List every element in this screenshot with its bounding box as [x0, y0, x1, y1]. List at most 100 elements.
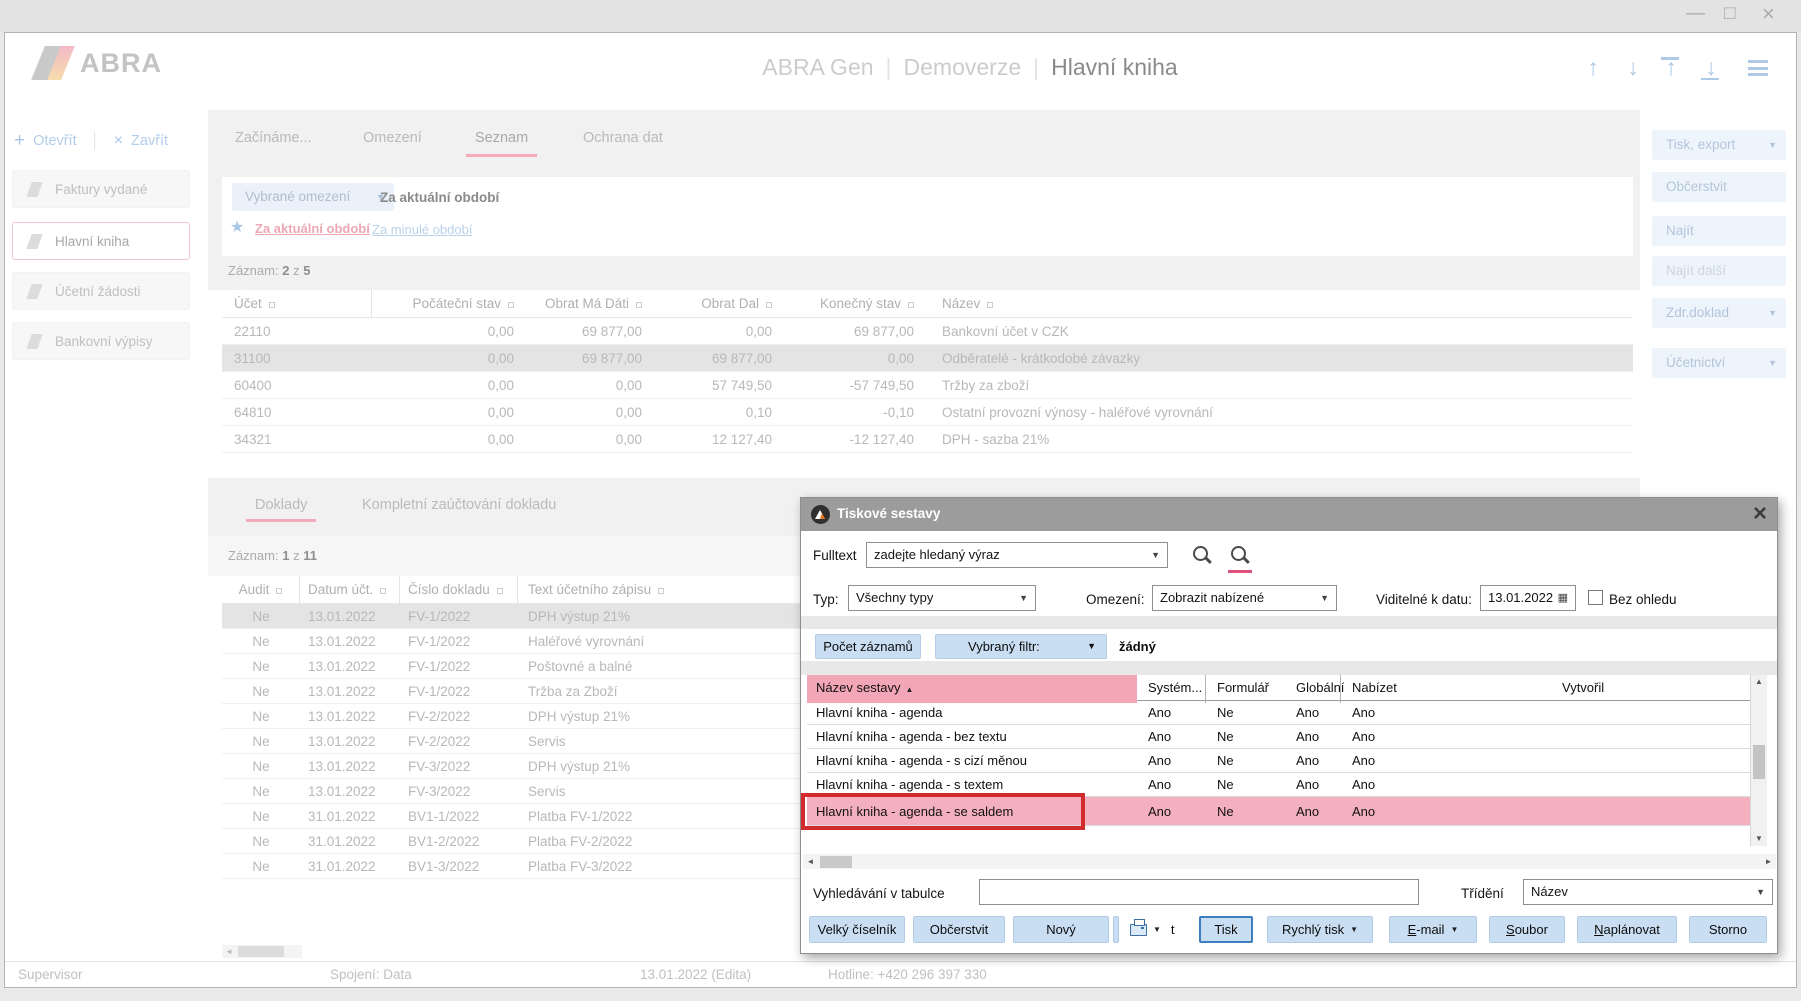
documents-table-hscrollbar[interactable]: ◄	[222, 945, 302, 958]
report-row[interactable]: Hlavní kniha - agenda Ano Ne Ano Ano	[807, 701, 1750, 725]
page-title: Hlavní kniha	[1051, 54, 1178, 80]
scrollbar-thumb[interactable]	[820, 856, 852, 868]
arrow-to-bottom-icon[interactable]: ↓	[1698, 54, 1724, 81]
quick-print-button[interactable]: Rychlý tisk▼	[1267, 916, 1373, 943]
column-header[interactable]: Číslo dokladu	[400, 576, 518, 604]
accounting-button[interactable]: Účetnictví▼	[1652, 348, 1786, 378]
calendar-icon[interactable]: ▦	[1558, 586, 1568, 610]
arrow-down-icon[interactable]: ↓	[1620, 54, 1646, 81]
sidebar-item-label: Faktury vydané	[55, 171, 147, 208]
sidebar-item-hlavni-kniha[interactable]: Hlavní kniha	[12, 222, 190, 260]
scrollbar-thumb[interactable]	[238, 946, 284, 957]
fulltext-combobox[interactable]: zadejte hledaný výraz ▼	[866, 542, 1168, 568]
sort-dropdown[interactable]: Název ▼	[1523, 879, 1773, 905]
type-value: Všechny typy	[856, 590, 933, 605]
column-header[interactable]: Vytvořil	[1551, 675, 1750, 703]
email-button[interactable]: E-mail▼	[1389, 916, 1477, 943]
tab-zaciname[interactable]: Začínáme...	[235, 130, 312, 146]
column-header-nazev-sestavy[interactable]: Název sestavy▲	[807, 675, 1137, 703]
report-row[interactable]: Hlavní kniha - agenda - s textem Ano Ne …	[807, 773, 1750, 797]
column-header[interactable]: Název	[924, 290, 1633, 318]
cell-name: Odběratelé - krátkodobé závazky	[924, 345, 1633, 372]
link-current-period[interactable]: Za aktuální období	[255, 221, 370, 236]
window-minimize-button[interactable]: —	[1686, 3, 1705, 25]
column-header[interactable]: Audit	[222, 576, 300, 604]
reports-table-vscrollbar[interactable]: ▲ ▼	[1750, 675, 1767, 846]
scroll-down-icon[interactable]: ▼	[1751, 832, 1767, 846]
column-header[interactable]: Obrat Má Dáti	[524, 290, 652, 318]
schedule-button[interactable]: Naplánovat	[1577, 916, 1677, 943]
column-header[interactable]: Systém...	[1137, 675, 1206, 703]
report-row[interactable]: Hlavní kniha - agenda - s cizí měnou Ano…	[807, 749, 1750, 773]
tab-ochrana-dat[interactable]: Ochrana dat	[583, 130, 663, 146]
source-document-button[interactable]: Zdr.doklad▼	[1652, 298, 1786, 328]
selected-filter-dropdown[interactable]: Vybraný filtr: ▼	[935, 634, 1107, 659]
table-row[interactable]: 22110 0,00 69 877,00 0,00 69 877,00 Bank…	[222, 318, 1633, 345]
cell-name: Bankovní účet v CZK	[924, 318, 1633, 345]
table-row[interactable]: 60400 0,00 0,00 57 749,50 -57 749,50 Trž…	[222, 372, 1633, 399]
regardless-checkbox[interactable]	[1588, 590, 1603, 605]
scroll-up-icon[interactable]: ▲	[1751, 675, 1767, 689]
cell-audit: Ne	[222, 704, 300, 729]
refresh-button[interactable]: Občerstvit	[1652, 172, 1786, 202]
big-codebook-button[interactable]: Velký číselník	[809, 916, 905, 943]
cancel-button[interactable]: Storno	[1689, 916, 1767, 943]
tab-kompletni-zauctovani[interactable]: Kompletní zaúčtování dokladu	[362, 497, 556, 513]
tab-seznam[interactable]: Seznam	[475, 130, 528, 146]
scrollbar-thumb[interactable]	[1753, 745, 1765, 779]
search-icon[interactable]	[1191, 544, 1213, 566]
table-row[interactable]: 64810 0,00 0,00 0,10 -0,10 Ostatní provo…	[222, 399, 1633, 426]
separator-strip	[801, 661, 1777, 675]
sidebar-item-ucetni-zadosti[interactable]: Účetní žádosti	[12, 272, 190, 310]
column-header[interactable]: Obrat Dal	[652, 290, 782, 318]
arrow-to-top-icon[interactable]: ↑	[1658, 54, 1684, 81]
print-icon-dropdown[interactable]: ▼ t	[1123, 916, 1193, 943]
column-header[interactable]: Počáteční stav	[372, 290, 524, 318]
table-row[interactable]: 31100 0,00 69 877,00 69 877,00 0,00 Odbě…	[222, 345, 1633, 372]
file-button[interactable]: Soubor	[1489, 916, 1565, 943]
close-button[interactable]: Zavřít	[131, 133, 168, 149]
visible-date-input[interactable]: 13.01.2022 ▦	[1480, 585, 1576, 611]
print-export-button[interactable]: Tisk, export▼	[1652, 130, 1786, 160]
arrow-up-icon[interactable]: ↑	[1580, 54, 1606, 81]
open-button[interactable]: Otevřít	[33, 133, 77, 149]
sidebar-item-bankovni-vypisy[interactable]: Bankovní výpisy	[12, 322, 190, 360]
column-header[interactable]: Formulář	[1206, 675, 1285, 703]
window-close-button[interactable]: ×	[1762, 1, 1775, 27]
column-header[interactable]: Nabízet	[1341, 675, 1551, 703]
search-settings-icon[interactable]	[1229, 544, 1251, 566]
column-header[interactable]: Globální	[1285, 675, 1341, 703]
new-button[interactable]: Nový	[1013, 916, 1109, 943]
table-search-input[interactable]	[979, 879, 1419, 905]
scroll-left-icon[interactable]: ◄	[803, 854, 818, 869]
reports-table-hscrollbar[interactable]: ◄ ►	[803, 854, 1776, 869]
selected-restriction-dropdown[interactable]: Vybrané omezení ▼	[232, 183, 394, 211]
sidebar-item-faktury-vydane[interactable]: Faktury vydané	[12, 170, 190, 208]
dialog-close-icon[interactable]: ×	[1753, 500, 1767, 528]
tab-omezeni[interactable]: Omezení	[363, 130, 422, 146]
favorite-star-icon[interactable]: ★	[230, 217, 244, 237]
report-row[interactable]: Hlavní kniha - agenda - bez textu Ano Ne…	[807, 725, 1750, 749]
report-row[interactable]: Hlavní kniha - agenda - se saldem Ano Ne…	[807, 797, 1750, 826]
column-header[interactable]: Konečný stav	[782, 290, 924, 318]
cell-name: DPH - sazba 21%	[924, 426, 1633, 453]
tab-doklady[interactable]: Doklady	[255, 497, 307, 513]
window-maximize-button[interactable]: □	[1724, 3, 1735, 25]
button-label: Nový	[1046, 922, 1076, 937]
find-button[interactable]: Najít	[1652, 216, 1786, 246]
column-header[interactable]: Účet	[222, 290, 372, 318]
table-row[interactable]: 34321 0,00 0,00 12 127,40 -12 127,40 DPH…	[222, 426, 1633, 453]
button-label: Občerstvit	[1666, 179, 1727, 194]
hamburger-menu-icon[interactable]	[1748, 60, 1768, 80]
status-user: Supervisor	[18, 967, 83, 982]
scroll-left-icon[interactable]: ◄	[222, 945, 236, 958]
column-header[interactable]: Datum účt.	[300, 576, 400, 604]
cell-date: 13.01.2022	[300, 604, 400, 629]
record-count-button[interactable]: Počet záznamů	[815, 634, 921, 659]
type-dropdown[interactable]: Všechny typy ▼	[848, 585, 1036, 611]
link-previous-period[interactable]: Za minulé období	[372, 222, 472, 237]
refresh-button[interactable]: Občerstvit	[913, 916, 1005, 943]
restriction-dropdown[interactable]: Zobrazit nabízené ▼	[1152, 585, 1337, 611]
scroll-right-icon[interactable]: ►	[1761, 854, 1776, 869]
print-button[interactable]: Tisk	[1199, 916, 1253, 943]
